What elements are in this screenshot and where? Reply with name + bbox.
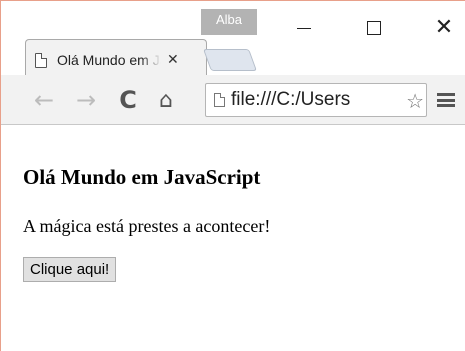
forward-button[interactable]: → (71, 75, 101, 125)
menu-bar-1 (437, 93, 455, 96)
maximize-button[interactable] (351, 13, 397, 43)
close-icon: ✕ (434, 15, 454, 40)
tab-content[interactable]: Olá Mundo em JavaScript ✕ (27, 47, 197, 73)
minimize-button[interactable] (281, 13, 327, 43)
bookmark-star-icon[interactable]: ☆ (406, 89, 424, 113)
profile-badge[interactable]: Alba (201, 9, 257, 35)
click-here-button[interactable]: Clique aqui! (23, 257, 117, 282)
tab-title: Olá Mundo em JavaScript (57, 52, 161, 68)
home-icon: ⌂ (159, 87, 173, 113)
back-arrow-icon: ← (33, 86, 55, 114)
forward-arrow-icon: → (75, 86, 97, 114)
page-icon (35, 52, 47, 68)
back-button[interactable]: ← (29, 75, 59, 125)
home-button[interactable]: ⌂ (149, 75, 183, 125)
menu-icon[interactable] (437, 91, 455, 109)
browser-window: Alba ✕ Olá Mundo em JavaScript ✕ ← → C ⌂ (0, 0, 465, 351)
menu-bar-3 (437, 104, 455, 107)
page-paragraph: A mágica está prestes a acontecer! (23, 216, 271, 236)
minimize-icon (297, 27, 311, 29)
tab-close-icon[interactable]: ✕ (167, 52, 179, 68)
close-window-button[interactable]: ✕ (421, 13, 465, 43)
reload-icon: C (119, 86, 137, 114)
url-text[interactable]: file:///C:/Users (231, 89, 395, 111)
title-bar: Alba ✕ Olá Mundo em JavaScript ✕ (1, 1, 465, 75)
address-bar[interactable]: file:///C:/Users ☆ (205, 83, 427, 117)
page-heading: Olá Mundo em JavaScript (23, 165, 261, 189)
reload-button[interactable]: C (113, 75, 143, 125)
maximize-icon (367, 21, 381, 35)
menu-bar-2 (437, 98, 455, 102)
page-content: Olá Mundo em JavaScript A mágica está pr… (23, 125, 463, 282)
new-tab-button[interactable] (202, 49, 258, 71)
page-info-icon[interactable] (214, 93, 225, 107)
browser-toolbar: ← → C ⌂ file:///C:/Users ☆ (1, 75, 465, 125)
